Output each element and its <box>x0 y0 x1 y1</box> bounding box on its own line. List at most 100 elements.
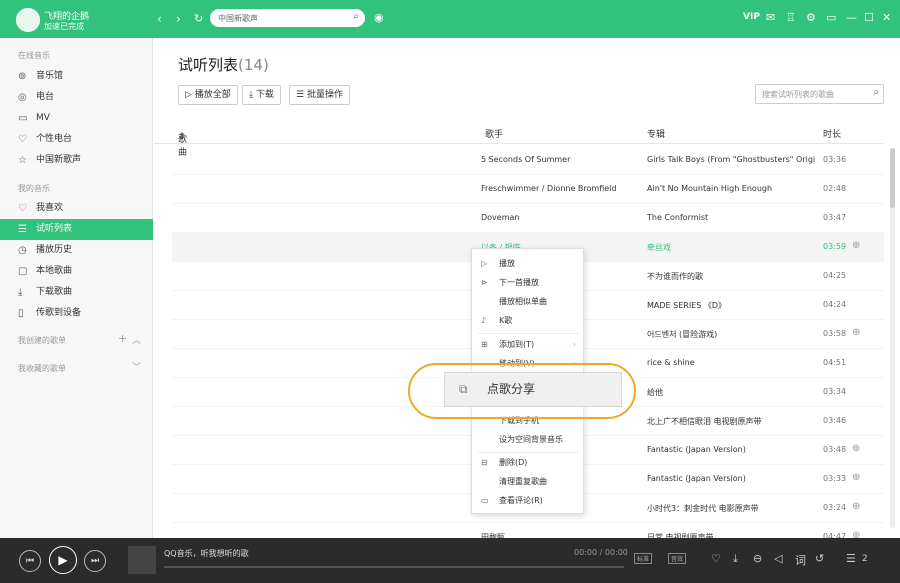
singer-cell[interactable]: Freschwimmer / Dionne Bromfield <box>481 184 631 193</box>
search-icon[interactable]: ⌕ <box>353 11 359 22</box>
duration-cell: 03:47 <box>823 213 847 222</box>
globe-icon[interactable]: ⊕ <box>852 327 860 338</box>
menu-item-comments[interactable]: ▭ 查看评论(R) <box>472 491 583 510</box>
menu-item-play-similar[interactable]: 播放相似单曲 <box>472 292 583 311</box>
album-cell[interactable]: The Conformist <box>647 213 815 222</box>
listen-recognize-icon[interactable]: ◉ <box>374 11 384 24</box>
album-cell[interactable]: MADE SERIES 《D》 <box>647 300 815 311</box>
list-search-input[interactable]: 搜索试听列表的歌曲 ⌕ <box>755 84 884 104</box>
sidebar-item-music-hall[interactable]: ⊚ 音乐馆 <box>0 66 153 87</box>
album-cell[interactable]: 어드벤처 (冒险游戏) <box>647 329 815 340</box>
playlist-icon[interactable]: ☰ <box>846 552 856 565</box>
quality-button[interactable]: 标准 <box>634 553 653 564</box>
sidebar-item-downloads[interactable]: ⤓ 下载歌曲 <box>0 282 153 303</box>
globe-icon[interactable]: ⊕ <box>852 501 860 512</box>
next-icon: ⏭ <box>90 556 100 566</box>
effect-button[interactable]: 音效 <box>668 553 687 564</box>
table-row[interactable]: Ain't No Mountain High Enough (Radio Edi… <box>172 175 884 204</box>
add-playlist-icon[interactable]: + <box>118 332 127 345</box>
play-button[interactable]: ▶ <box>49 546 77 574</box>
settings-icon[interactable]: ⚙ <box>806 11 816 24</box>
sidebar-item-radio[interactable]: ◎ 电台 <box>0 87 153 108</box>
device-icon: ▯ <box>18 308 24 319</box>
album-cell[interactable]: rice & shine <box>647 358 815 367</box>
menu-item-share[interactable]: ⧉ 点歌分享 <box>444 372 622 407</box>
refresh-icon[interactable]: ↻ <box>194 12 203 25</box>
sort-icon[interactable]: ⇕ <box>178 132 186 142</box>
globe-icon[interactable]: ⊕ <box>852 472 860 483</box>
duration-cell: 03:24 <box>823 503 847 512</box>
album-cell[interactable]: 给他 <box>647 387 815 398</box>
sidebar-item-liked[interactable]: ♡ 我喜欢 <box>0 198 153 219</box>
back-icon[interactable]: ‹ <box>157 12 162 26</box>
sidebar-item-new-voice[interactable]: ☆ 中国新歌声 <box>0 150 153 171</box>
menu-item-add-to[interactable]: ⊞ 添加到(T) › <box>472 335 583 354</box>
scrollbar[interactable] <box>890 148 895 528</box>
batch-button[interactable]: ☰ 批量操作 <box>289 85 350 105</box>
search-input[interactable]: 中国新歌声 ⌕ <box>210 9 365 27</box>
album-cell[interactable]: Fantastic (Japan Version) <box>647 445 815 454</box>
album-cover[interactable] <box>128 546 156 574</box>
album-cell[interactable]: 北上广不相信眼泪 电视剧原声带 <box>647 416 815 427</box>
menu-item-karaoke[interactable]: ♪ K歌 <box>472 311 583 330</box>
menu-item-clean-duplicates[interactable]: 清理重复歌曲 <box>472 472 583 491</box>
menu-item-set-background[interactable]: 设为空间背景音乐 <box>472 430 583 449</box>
menu-item-delete[interactable]: ⊟ 删除(D) <box>472 453 583 472</box>
menu-item-label: 添加到(T) <box>499 340 535 349</box>
download-icon: ⤓ <box>18 287 23 298</box>
mail-icon[interactable]: ✉ <box>766 11 775 24</box>
heart-icon[interactable]: ♡ <box>711 552 721 565</box>
sidebar-item-local[interactable]: ▢ 本地歌曲 <box>0 261 153 282</box>
menu-item-play-next[interactable]: ⊳ 下一首播放 <box>472 273 583 292</box>
duration-cell: 03:36 <box>823 155 847 164</box>
sidebar-item-label: 个性电台 <box>36 134 73 144</box>
avatar[interactable] <box>16 8 40 32</box>
sidebar-item-history[interactable]: ◷ 播放历史 <box>0 240 153 261</box>
singer-cell[interactable]: Doveman <box>481 213 631 222</box>
album-cell[interactable]: 不为谁而作的歌 <box>647 271 815 282</box>
history-icon: ◷ <box>18 245 27 256</box>
volume-icon[interactable]: ◁ <box>774 552 782 565</box>
sidebar-item-mv[interactable]: ▭ MV <box>0 108 153 129</box>
download-button[interactable]: ⤓ 下载 <box>242 85 281 105</box>
table-row[interactable]: Angel's ShareHQDovemanThe Conformist03:4… <box>172 204 884 233</box>
next-button[interactable]: ⏭ <box>84 550 106 572</box>
col-singer: 歌手 <box>485 130 504 140</box>
comment-icon: ▭ <box>481 496 489 505</box>
lyrics-icon[interactable]: 词 <box>795 552 806 568</box>
menu-item-label: 播放相似单曲 <box>499 297 547 306</box>
sidebar-item-device[interactable]: ▯ 传歌到设备 <box>0 303 153 324</box>
chevron-down-icon[interactable]: ﹀ <box>132 360 141 373</box>
loop-icon[interactable]: ↺ <box>815 552 824 565</box>
minimize-icon[interactable]: — <box>846 11 857 24</box>
album-cell[interactable]: Ain't No Mountain High Enough <box>647 184 815 193</box>
more-icon[interactable]: ⊖ <box>753 552 762 565</box>
vip-button[interactable]: VIP <box>743 12 760 22</box>
skin-icon[interactable]: ♖ <box>786 11 796 24</box>
album-cell[interactable]: 小时代3：刺金时代 电影原声带 <box>647 503 815 514</box>
maximize-icon[interactable]: ☐ <box>864 11 874 24</box>
sidebar-item-label: 传歌到设备 <box>36 308 82 318</box>
sidebar-item-personal-radio[interactable]: ♡ 个性电台 <box>0 129 153 150</box>
globe-icon[interactable]: ⊕ <box>852 443 860 454</box>
menu-item-play[interactable]: ▷ 播放 <box>472 254 583 273</box>
mini-mode-icon[interactable]: ▭ <box>826 11 836 24</box>
menu-item-share-label: 点歌分享 <box>487 382 536 396</box>
album-cell[interactable]: 牵丝戏 <box>647 242 815 253</box>
play-all-button[interactable]: ▷ 播放全部 <box>178 85 238 105</box>
scrollbar-thumb[interactable] <box>890 148 895 208</box>
download-icon[interactable]: ⤓ <box>733 552 738 566</box>
search-icon[interactable]: ⌕ <box>873 87 879 98</box>
close-icon[interactable]: ✕ <box>882 11 891 24</box>
page-title: 试听列表(14) <box>178 54 269 75</box>
table-row[interactable]: Girls Talk Boys 《超能敢死队》电影插曲HQMV5 Seconds… <box>172 146 884 175</box>
forward-icon[interactable]: › <box>176 12 181 26</box>
progress-bar[interactable] <box>164 566 624 568</box>
singer-cell[interactable]: 5 Seconds Of Summer <box>481 155 631 164</box>
previous-button[interactable]: ⏮ <box>19 550 41 572</box>
album-cell[interactable]: Fantastic (Japan Version) <box>647 474 815 483</box>
sidebar-item-trial-list[interactable]: ☰ 试听列表 <box>0 219 153 240</box>
chevron-up-icon[interactable]: ︿ <box>132 333 141 346</box>
album-cell[interactable]: Girls Talk Boys (From "Ghostbusters" Ori… <box>647 155 815 164</box>
globe-icon[interactable]: ⊕ <box>852 240 860 251</box>
